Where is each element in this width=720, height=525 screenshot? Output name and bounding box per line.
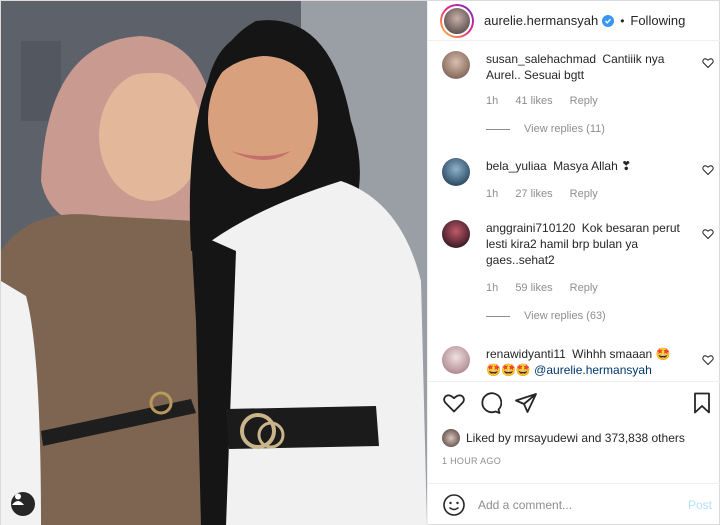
- reply-button[interactable]: Reply: [570, 188, 598, 200]
- liked-by-prefix: Liked by: [466, 431, 511, 445]
- commenter-username[interactable]: bela_yuliaa: [486, 159, 547, 173]
- liked-by-row[interactable]: Liked by mrsayudewi and 373,838 others: [442, 429, 685, 447]
- view-replies-button[interactable]: View replies (11): [486, 123, 605, 135]
- post-photo[interactable]: [1, 1, 427, 525]
- comment-meta: 1h 27 likes Reply: [486, 188, 612, 200]
- author-username[interactable]: aurelie.hermansyah: [484, 13, 598, 28]
- comment-like-heart-icon[interactable]: [702, 354, 714, 366]
- comment-text-block: susan_salehachmad Cantiiik nya Aurel.. S…: [486, 51, 692, 83]
- comment-time: 1h: [486, 282, 499, 294]
- comment-text: Wihhh smaaan 🤩: [572, 347, 671, 361]
- instagram-post: aurelie.hermansyah • Following susan_sal…: [0, 0, 720, 525]
- comment-text-block: renawidyanti11 Wihhh smaaan 🤩 🤩🤩🤩 @aurel…: [486, 346, 692, 378]
- photo-illustration: [1, 1, 427, 525]
- share-icon[interactable]: [514, 391, 538, 415]
- view-replies-button[interactable]: View replies (63): [486, 310, 606, 322]
- comments-list[interactable]: susan_salehachmad Cantiiik nya Aurel.. S…: [428, 41, 720, 381]
- post-header: aurelie.hermansyah • Following: [428, 1, 720, 41]
- comment-time: 1h: [486, 188, 499, 200]
- author-avatar[interactable]: [440, 3, 474, 38]
- commenter-avatar[interactable]: [442, 220, 470, 248]
- comment-likes[interactable]: 41 likes: [515, 95, 552, 107]
- post-actions-bar: [428, 381, 720, 421]
- add-comment-bar: Post: [428, 483, 720, 525]
- commenter-avatar[interactable]: [442, 346, 470, 374]
- comment-meta: 1h 59 likes Reply: [486, 282, 612, 294]
- bookmark-icon[interactable]: [690, 391, 714, 415]
- commenter-avatar[interactable]: [442, 51, 470, 79]
- comment-emojis: 🤩🤩🤩: [486, 363, 531, 377]
- comment-text: Masya Allah ❣: [553, 159, 632, 173]
- comment-mention-link[interactable]: @aurelie.hermansyah: [534, 363, 652, 377]
- comment-text-block: anggraini710120 Kok besaran perut lesti …: [486, 220, 692, 268]
- comment-like-heart-icon[interactable]: [702, 228, 714, 240]
- liked-by-user[interactable]: mrsayudewi: [514, 431, 578, 445]
- following-button[interactable]: Following: [630, 13, 685, 28]
- header-separator: •: [620, 13, 625, 28]
- emoji-icon[interactable]: [442, 493, 466, 517]
- post-timestamp[interactable]: 1 HOUR AGO: [442, 456, 501, 466]
- user-tag-icon[interactable]: [11, 492, 35, 516]
- reply-button[interactable]: Reply: [570, 95, 598, 107]
- commenter-avatar[interactable]: [442, 158, 470, 186]
- verified-badge-icon: [602, 14, 615, 27]
- view-replies-label: View replies (63): [524, 310, 606, 322]
- commenter-username[interactable]: renawidyanti11: [486, 347, 566, 361]
- commenter-username[interactable]: anggraini710120: [486, 221, 575, 235]
- liked-by-count[interactable]: 373,838 others: [605, 431, 685, 445]
- comment-likes[interactable]: 59 likes: [515, 282, 552, 294]
- liker-avatar: [442, 429, 460, 447]
- reply-button[interactable]: Reply: [570, 282, 598, 294]
- comment-icon[interactable]: [478, 391, 502, 415]
- post-side-panel: aurelie.hermansyah • Following susan_sal…: [427, 1, 720, 525]
- comment-like-heart-icon[interactable]: [702, 57, 714, 69]
- liked-by-middle: and: [581, 431, 602, 445]
- comment-text-block: bela_yuliaa Masya Allah ❣: [486, 158, 692, 174]
- comment-meta: 1h 41 likes Reply: [486, 95, 612, 107]
- comment-like-heart-icon[interactable]: [702, 164, 714, 176]
- post-comment-button[interactable]: Post: [688, 498, 712, 512]
- comment-time: 1h: [486, 95, 499, 107]
- comment-input[interactable]: [478, 498, 668, 512]
- heart-icon[interactable]: [442, 391, 466, 415]
- view-replies-label: View replies (11): [524, 123, 605, 135]
- comment-likes[interactable]: 27 likes: [515, 188, 552, 200]
- commenter-username[interactable]: susan_salehachmad: [486, 52, 596, 66]
